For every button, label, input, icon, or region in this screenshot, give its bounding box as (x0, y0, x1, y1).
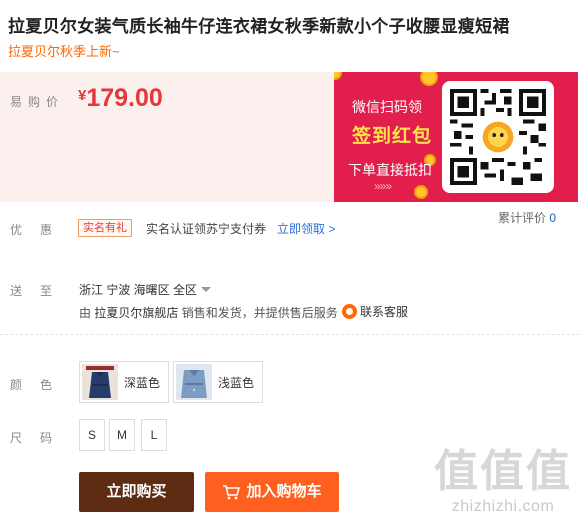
cart-icon (223, 485, 241, 500)
contact-service-link[interactable]: 联系客服 (342, 303, 408, 320)
claim-now-link[interactable]: 立即领取 > (277, 220, 335, 237)
ship-suffix: 销售和发货，并提供售后服务 (181, 306, 338, 320)
promo-line-2: 签到红包 (352, 126, 433, 147)
contact-service-label: 联系客服 (360, 305, 409, 319)
color-label: 颜色 (10, 378, 71, 392)
dress-thumbnail-icon (82, 364, 118, 400)
review-count[interactable]: 累计评价 0 (498, 209, 556, 226)
product-title: 拉夏贝尔女装气质长袖牛仔连衣裙女秋季新款小个子收腰显瘦短裙 (8, 17, 510, 36)
size-option-m[interactable]: M (109, 419, 135, 451)
dress-thumbnail-icon (176, 364, 212, 400)
chevron-down-icon (201, 287, 212, 292)
color-thumbnail (82, 364, 118, 400)
review-label: 累计评价 (498, 211, 547, 225)
realname-badge: 实名有礼 (78, 219, 132, 237)
color-name: 浅蓝色 (218, 375, 255, 390)
coin-decoration-icon (414, 185, 428, 199)
store-link[interactable]: 拉夏贝尔旗舰店 (94, 306, 178, 320)
price-label: 易购价 (10, 95, 65, 109)
promo-line-3: 下单直接抵扣 (348, 162, 432, 178)
color-option-light-blue[interactable]: 浅蓝色 (173, 361, 264, 403)
buy-now-button[interactable]: 立即购买 (79, 472, 194, 512)
size-label: 尺码 (10, 431, 71, 445)
qr-code-icon (450, 89, 546, 185)
size-option-l[interactable]: L (141, 419, 167, 451)
region-text: 浙江 宁波 海曙区 全区 (79, 283, 198, 297)
wechat-qr-code (442, 81, 554, 193)
price-value: ¥179.00 (78, 84, 163, 113)
site-watermark: 值值值 zhizhizhi.com (434, 448, 572, 516)
customer-service-icon (342, 304, 357, 319)
delivery-label: 送至 (10, 284, 71, 298)
watermark-site: zhizhizhi.com (451, 498, 555, 515)
price-band: 易购价 ¥179.00 (0, 72, 334, 202)
promo-arrows: »»» (374, 179, 392, 193)
watermark-glyphs: 值值值 (434, 447, 572, 496)
shipping-info: 由 拉夏贝尔旗舰店 销售和发货，并提供售后服务 (79, 304, 338, 321)
discount-label: 优惠 (10, 223, 71, 237)
region-selector[interactable]: 浙江 宁波 海曙区 全区 (79, 281, 212, 298)
size-option-s[interactable]: S (79, 419, 105, 451)
ship-prefix: 由 (79, 306, 92, 320)
add-to-cart-label: 加入购物车 (246, 483, 322, 500)
divider (0, 334, 580, 335)
product-subtitle[interactable]: 拉夏贝尔秋季上新~ (8, 41, 120, 60)
coin-decoration-icon (420, 72, 438, 86)
color-option-dark-blue[interactable]: 深蓝色 (79, 361, 170, 403)
coin-decoration-icon (334, 72, 342, 80)
price-amount: 179.00 (86, 84, 163, 112)
color-thumbnail (176, 364, 212, 400)
discount-text: 实名认证领苏宁支付券 (146, 222, 267, 236)
review-number[interactable]: 0 (549, 211, 556, 225)
promo-line-1: 微信扫码领 (352, 99, 422, 115)
color-name: 深蓝色 (124, 375, 161, 390)
add-to-cart-button[interactable]: 加入购物车 (205, 472, 339, 512)
wechat-promo-banner[interactable]: 微信扫码领 签到红包 下单直接抵扣 »»» (334, 72, 578, 202)
